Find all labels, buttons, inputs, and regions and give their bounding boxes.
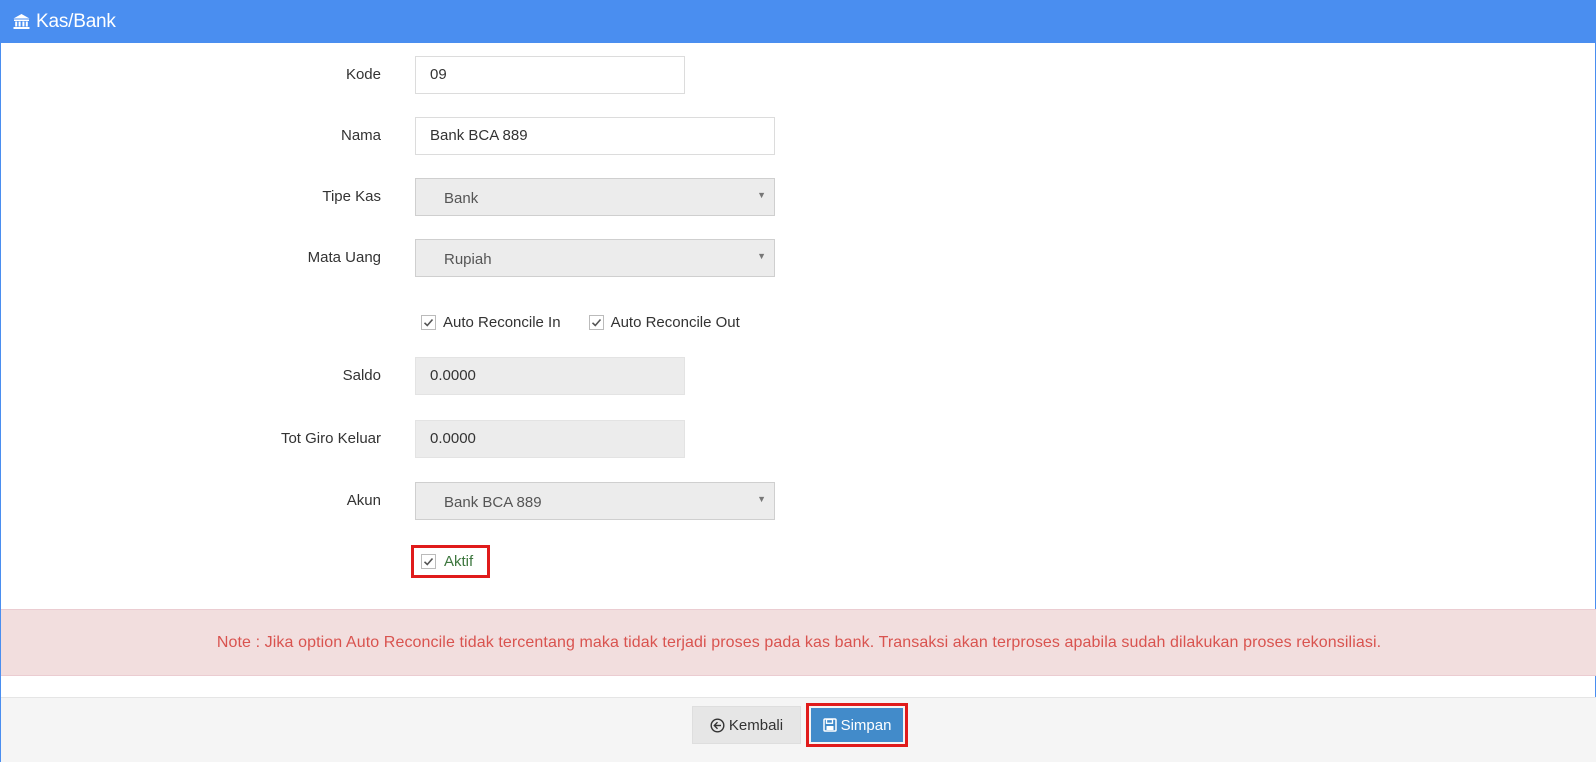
auto-reconcile-in-label: Auto Reconcile In (443, 313, 561, 331)
save-button-highlight: Simpan (806, 703, 908, 747)
page-frame: Kas/Bank Kode 09 Nama Bank BCA 889 Tipe … (0, 0, 1596, 762)
kode-label: Kode (345, 66, 381, 83)
auto-reconcile-out-checkbox[interactable]: Auto Reconcile Out (588, 313, 740, 331)
aktif-label: Aktif (444, 553, 474, 570)
auto-reconcile-in-checkbox[interactable]: Auto Reconcile In (421, 314, 561, 331)
page-title: Kas/Bank (36, 10, 116, 32)
floppy-disk-icon (822, 718, 837, 732)
tipe-kas-row: Tipe Kas Bank ▼ (1, 178, 1596, 216)
saldo-input: 0.0000 (415, 357, 685, 395)
mata-uang-row: Mata Uang Rupiah ▼ (1, 239, 1596, 277)
mata-uang-value: Rupiah (444, 251, 492, 268)
kode-input[interactable]: 09 (415, 56, 685, 94)
caret-down-icon: ▼ (757, 190, 766, 200)
kode-row: Kode 09 (1, 56, 1596, 94)
checkbox-checked-icon[interactable] (421, 554, 436, 569)
auto-reconcile-out-label: Auto Reconcile Out (610, 313, 740, 331)
page-header: Kas/Bank (1, 0, 1596, 43)
nama-row: Nama Bank BCA 889 (1, 117, 1596, 155)
bank-icon (13, 13, 30, 30)
nama-input[interactable]: Bank BCA 889 (415, 117, 775, 155)
checkbox-checked-icon[interactable] (421, 314, 436, 330)
auto-reconcile-note: Note : Jika option Auto Reconcile tidak … (1, 609, 1596, 676)
save-button[interactable]: Simpan (811, 708, 903, 742)
back-button[interactable]: Kembali (692, 706, 801, 744)
tipe-kas-select[interactable]: Bank ▼ (415, 178, 775, 216)
arrow-left-circle-icon (710, 717, 725, 733)
tot-giro-keluar-label: Tot Giro Keluar (280, 430, 381, 447)
nama-label: Nama (340, 127, 381, 144)
akun-value: Bank BCA 889 (444, 494, 542, 511)
back-button-label: Kembali (728, 716, 784, 734)
caret-down-icon: ▼ (757, 494, 766, 504)
save-button-label: Simpan (840, 716, 892, 734)
mata-uang-label: Mata Uang (307, 249, 381, 266)
saldo-label: Saldo (342, 367, 381, 384)
akun-row: Akun Bank BCA 889 ▼ (1, 482, 1596, 520)
saldo-row: Saldo 0.0000 (1, 357, 1596, 395)
form-footer: Kembali Simpan (1, 697, 1596, 762)
tipe-kas-label: Tipe Kas (322, 188, 381, 205)
tot-giro-keluar-input: 0.0000 (415, 420, 685, 458)
aktif-checkbox[interactable]: Aktif (411, 545, 490, 578)
akun-label: Akun (346, 492, 381, 509)
caret-down-icon: ▼ (757, 251, 766, 261)
auto-reconcile-group: Auto Reconcile In Auto Reconcile Out (421, 311, 740, 333)
mata-uang-select[interactable]: Rupiah ▼ (415, 239, 775, 277)
tot-giro-keluar-row: Tot Giro Keluar 0.0000 (1, 420, 1596, 458)
akun-select[interactable]: Bank BCA 889 ▼ (415, 482, 775, 520)
checkbox-checked-icon[interactable] (588, 314, 604, 330)
tipe-kas-value: Bank (444, 190, 479, 207)
